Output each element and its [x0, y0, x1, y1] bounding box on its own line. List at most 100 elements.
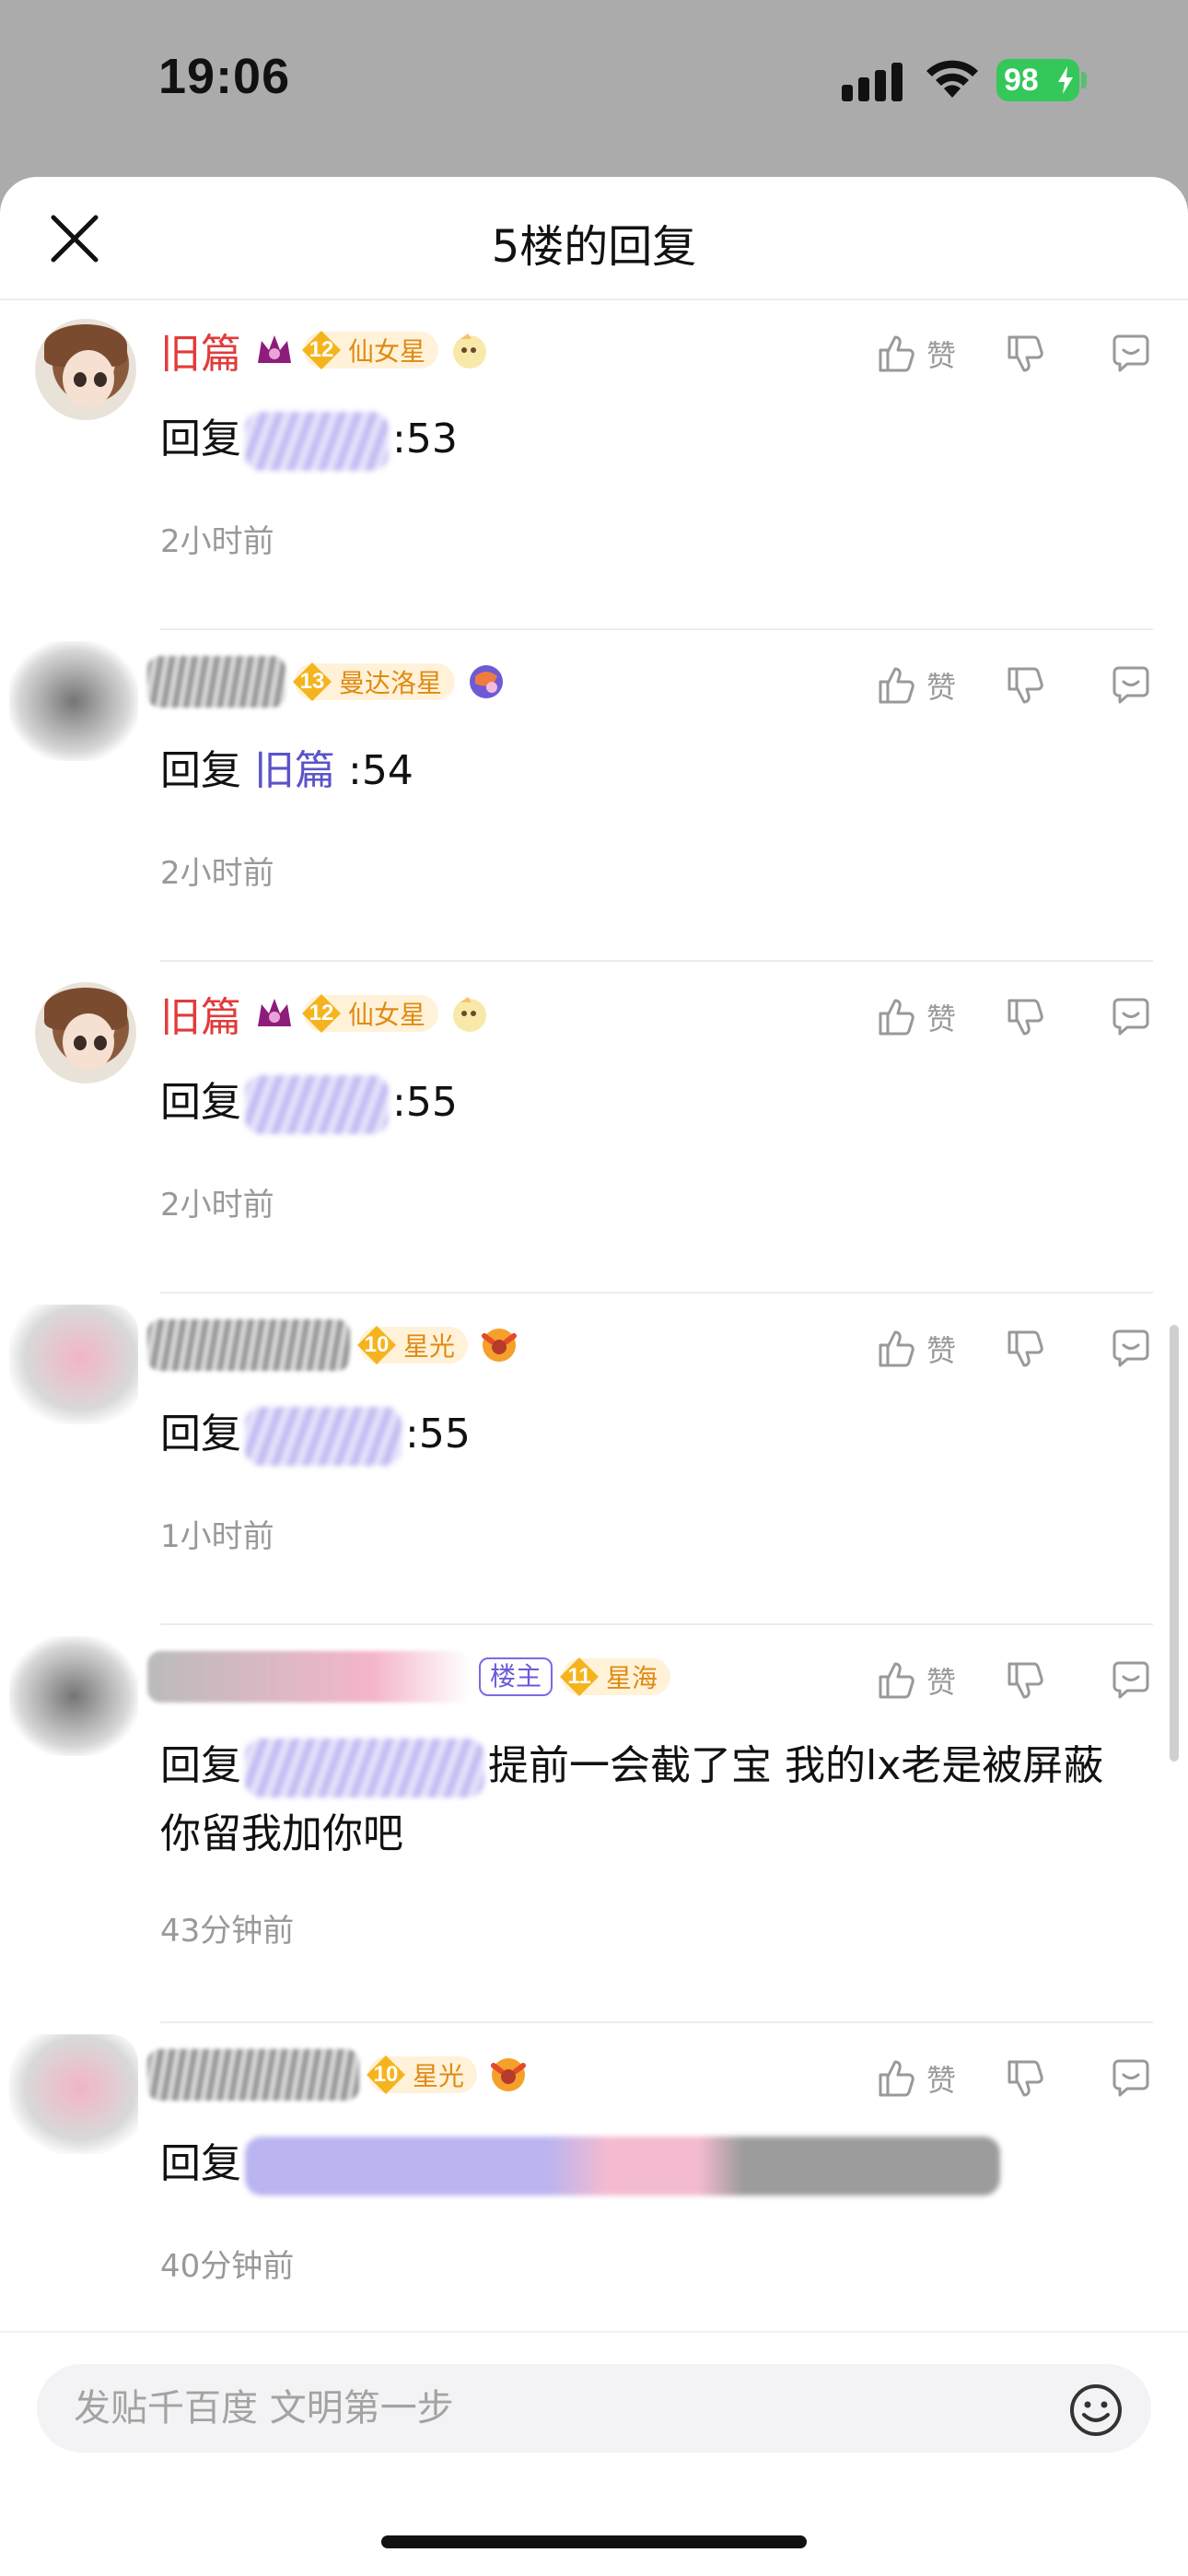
avatar[interactable]: [35, 982, 136, 1083]
divider: [160, 628, 1153, 630]
home-indicator: [381, 2535, 807, 2548]
thumbs-down-icon[interactable]: [1004, 663, 1048, 708]
like-label: 赞: [926, 670, 956, 705]
level-diamond-icon: 13: [291, 661, 333, 703]
reply-text: 回复:55: [160, 1400, 1136, 1469]
level-name: 星海: [606, 1663, 658, 1693]
like-button[interactable]: 赞: [875, 995, 956, 1039]
reply-timestamp: 40分钟前: [160, 2248, 295, 2285]
level-diamond-icon: 10: [355, 1324, 398, 1366]
reply-timestamp: 43分钟前: [160, 1913, 295, 1950]
avatar[interactable]: [9, 641, 138, 761]
battery-level: 98: [1004, 63, 1039, 98]
reply-timestamp: 1小时前: [160, 1518, 274, 1555]
action-group: 赞: [875, 2051, 1153, 2106]
avatar[interactable]: [9, 2034, 138, 2154]
wifi-icon: [926, 60, 978, 98]
redacted-username[interactable]: [147, 1651, 470, 1703]
username[interactable]: 旧篇: [160, 984, 241, 1043]
thumbs-down-icon[interactable]: [1004, 1327, 1048, 1371]
level-name: 星光: [413, 2061, 465, 2091]
like-button[interactable]: 赞: [875, 332, 956, 376]
comment-icon[interactable]: [1109, 995, 1153, 1039]
bar-member-icon: [491, 2058, 527, 2091]
name-row: 10 星光: [147, 1317, 521, 1373]
divider: [160, 2021, 1153, 2023]
thumbs-down-icon[interactable]: [1004, 1658, 1048, 1703]
like-button[interactable]: 赞: [875, 1327, 956, 1371]
sheet-title: 5楼的回复: [491, 221, 697, 273]
action-group: 赞: [875, 989, 1153, 1045]
reply-item: 10 星光 赞 回复 40分钟前: [0, 2025, 1188, 2329]
comment-input[interactable]: [37, 2364, 1151, 2453]
action-group: 赞: [875, 1653, 1153, 1708]
name-row: 10 星光: [147, 2047, 530, 2102]
name-row: 旧篇 12 仙女星: [160, 986, 492, 1041]
battery-indicator: 98: [996, 59, 1079, 101]
redacted-username[interactable]: [147, 656, 285, 708]
bar-member-icon: [453, 334, 487, 369]
mention-link[interactable]: 旧篇: [254, 747, 335, 794]
level-badge: 13 曼达洛星: [293, 662, 456, 701]
avatar[interactable]: [35, 319, 136, 420]
level-diamond-icon: 12: [300, 329, 343, 371]
reply-text: 回复:53: [160, 405, 1136, 474]
comment-icon[interactable]: [1109, 332, 1153, 376]
avatar[interactable]: [9, 1636, 138, 1756]
thumbs-up-icon: [879, 1662, 914, 1699]
cellular-signal-icon: [842, 63, 904, 101]
like-label: 赞: [926, 1665, 956, 1700]
bar-member-icon: [482, 1329, 518, 1362]
reply-item: 楼主 11 星海 赞 回复 提前一会截了宝 我的lx老是被屏蔽 你留我加你吧 4…: [0, 1627, 1188, 2025]
like-label: 赞: [926, 338, 956, 373]
redacted-username: [245, 1075, 389, 1134]
level-name: 仙女星: [348, 336, 426, 367]
divider: [160, 1623, 1153, 1625]
like-label: 赞: [926, 1333, 956, 1368]
thumbs-up-icon: [879, 1330, 914, 1367]
redacted-username[interactable]: [147, 2049, 359, 2101]
reply-timestamp: 2小时前: [160, 1187, 274, 1224]
comment-icon[interactable]: [1109, 663, 1153, 708]
like-button[interactable]: 赞: [875, 2056, 956, 2101]
bar-member-icon: [453, 997, 487, 1032]
action-group: 赞: [875, 658, 1153, 713]
comment-icon[interactable]: [1109, 1658, 1153, 1703]
thumbs-down-icon[interactable]: [1004, 332, 1048, 376]
reply-text: 回复 旧篇 :54: [160, 747, 413, 794]
like-button[interactable]: 赞: [875, 663, 956, 708]
redacted-username: [245, 1407, 402, 1466]
like-button[interactable]: 赞: [875, 1658, 956, 1703]
crown-icon: [258, 999, 291, 1026]
redacted-username[interactable]: [147, 1319, 350, 1371]
thumbs-down-icon[interactable]: [1004, 995, 1048, 1039]
thumbs-up-icon: [879, 667, 914, 704]
reply-item: 13 曼达洛星 赞 回复 旧篇 :54 2小时前: [0, 632, 1188, 964]
thread-owner-badge: 楼主: [479, 1657, 553, 1696]
reply-item: 旧篇 12 仙女星 赞: [0, 300, 1188, 632]
scrollbar[interactable]: [1170, 1325, 1179, 1762]
like-label: 赞: [926, 1001, 956, 1036]
avatar[interactable]: [9, 1305, 138, 1424]
bar-member-icon: [470, 665, 504, 698]
level-name: 星光: [403, 1331, 456, 1362]
level-diamond-icon: 10: [365, 2054, 407, 2096]
reply-timestamp: 2小时前: [160, 523, 274, 560]
level-badge: 10 星光: [365, 2054, 478, 2096]
level-badge: 12 仙女星: [302, 331, 439, 369]
username[interactable]: 旧篇: [160, 321, 241, 380]
divider: [160, 960, 1153, 962]
emoji-icon[interactable]: [1068, 2383, 1124, 2438]
comment-icon[interactable]: [1109, 2056, 1153, 2101]
comment-icon[interactable]: [1109, 1327, 1153, 1371]
thumbs-down-icon[interactable]: [1004, 2056, 1048, 2101]
name-row: 13 曼达洛星: [147, 654, 508, 709]
redacted-content: [245, 2137, 1000, 2195]
reply-text: 回复:55: [160, 1069, 1136, 1137]
action-group: 赞: [875, 1321, 1153, 1376]
reply-text: 回复: [160, 2130, 1136, 2198]
level-name: 曼达洛星: [339, 668, 443, 698]
status-bar: 19:06 98: [0, 0, 1188, 175]
sheet-header: 5楼的回复: [0, 177, 1188, 300]
redacted-username: [245, 1739, 484, 1797]
